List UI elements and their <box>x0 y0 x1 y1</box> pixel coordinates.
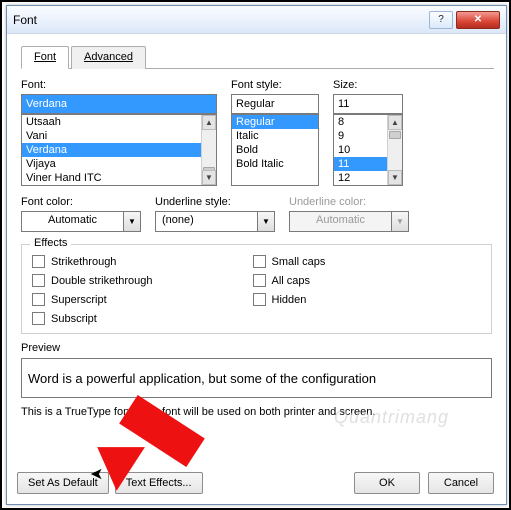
list-item[interactable]: Verdana <box>22 143 216 157</box>
scroll-up-icon[interactable]: ▲ <box>388 115 402 130</box>
font-label: Font: <box>21 79 217 91</box>
scroll-thumb[interactable] <box>389 131 401 139</box>
cancel-button[interactable]: Cancel <box>428 472 494 494</box>
effects-title: Effects <box>30 237 71 249</box>
chevron-down-icon: ▼ <box>392 211 409 232</box>
underline-style-label: Underline style: <box>155 196 275 208</box>
font-style-listbox[interactable]: Regular Italic Bold Bold Italic <box>231 114 319 186</box>
underline-style-combo[interactable]: (none) ▼ <box>155 211 275 232</box>
font-input[interactable] <box>21 94 217 114</box>
effects-group: Effects Strikethrough Double strikethrou… <box>21 244 492 334</box>
font-listbox[interactable]: Utsaah Vani Verdana Vijaya Viner Hand IT… <box>21 114 217 186</box>
chevron-down-icon[interactable]: ▼ <box>124 211 141 232</box>
strikethrough-checkbox[interactable]: Strikethrough <box>32 255 153 268</box>
scrollbar[interactable]: ▲ ▼ <box>387 115 402 185</box>
font-style-input[interactable] <box>231 94 319 114</box>
underline-color-label: Underline color: <box>289 196 409 208</box>
preview-label: Preview <box>21 342 492 354</box>
list-item[interactable]: Bold Italic <box>232 157 318 171</box>
chevron-down-icon[interactable]: ▼ <box>258 211 275 232</box>
list-item[interactable]: Vijaya <box>22 157 216 171</box>
all-caps-checkbox[interactable]: All caps <box>253 274 326 287</box>
list-item[interactable]: Vani <box>22 129 216 143</box>
list-item[interactable]: Utsaah <box>22 115 216 129</box>
help-button[interactable]: ? <box>429 11 453 29</box>
list-item[interactable]: Italic <box>232 129 318 143</box>
preview-note: This is a TrueType font. This font will … <box>21 406 492 418</box>
tab-font[interactable]: Font <box>21 46 69 69</box>
hidden-checkbox[interactable]: Hidden <box>253 293 326 306</box>
list-item[interactable]: Regular <box>232 115 318 129</box>
scrollbar[interactable]: ▲ ▼ <box>201 115 216 185</box>
size-listbox[interactable]: 8 9 10 11 12 ▲ ▼ <box>333 114 403 186</box>
size-label: Size: <box>333 79 403 91</box>
small-caps-checkbox[interactable]: Small caps <box>253 255 326 268</box>
font-color-combo[interactable]: Automatic ▼ <box>21 211 141 232</box>
scroll-down-icon[interactable]: ▼ <box>202 170 216 185</box>
font-color-label: Font color: <box>21 196 141 208</box>
text-effects-button[interactable]: Text Effects... <box>115 472 203 494</box>
double-strikethrough-checkbox[interactable]: Double strikethrough <box>32 274 153 287</box>
titlebar: Font ? ✕ <box>7 6 506 34</box>
close-button[interactable]: ✕ <box>456 11 500 29</box>
subscript-checkbox[interactable]: Subscript <box>32 312 153 325</box>
scroll-up-icon[interactable]: ▲ <box>202 115 216 130</box>
tab-advanced[interactable]: Advanced <box>71 46 146 69</box>
cursor-icon: ➤ <box>90 464 103 484</box>
window-title: Font <box>13 13 429 27</box>
underline-color-combo: Automatic ▼ <box>289 211 409 232</box>
font-style-label: Font style: <box>231 79 319 91</box>
scroll-down-icon[interactable]: ▼ <box>388 170 402 185</box>
preview-box: Word is a powerful application, but some… <box>21 358 492 398</box>
list-item[interactable]: Bold <box>232 143 318 157</box>
list-item[interactable]: Viner Hand ITC <box>22 171 216 185</box>
ok-button[interactable]: OK <box>354 472 420 494</box>
superscript-checkbox[interactable]: Superscript <box>32 293 153 306</box>
size-input[interactable] <box>333 94 403 114</box>
font-dialog: Font ? ✕ Font Advanced Font: Utsaah <box>6 5 507 505</box>
